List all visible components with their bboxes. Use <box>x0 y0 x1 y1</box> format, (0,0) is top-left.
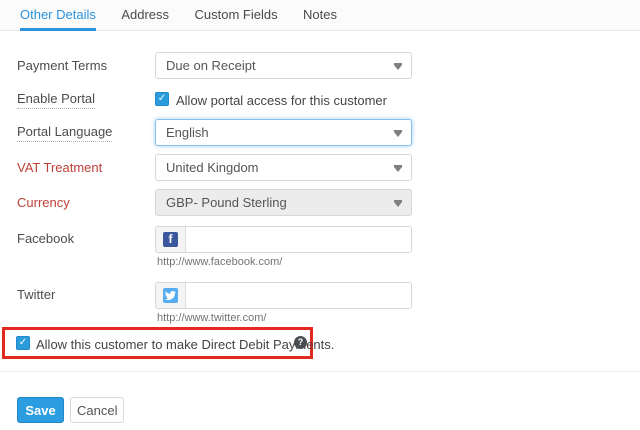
direct-debit-checkbox[interactable]: ✓ <box>16 336 30 350</box>
facebook-input-group: f <box>155 226 412 253</box>
twitter-input-group <box>155 282 412 309</box>
facebook-hint: http://www.facebook.com/ <box>157 256 283 268</box>
portal-language-label: Portal Language <box>17 124 113 142</box>
footer-divider <box>0 371 640 372</box>
tab-address[interactable]: Address <box>121 0 169 31</box>
twitter-hint: http://www.twitter.com/ <box>157 312 267 324</box>
currency-label: Currency <box>17 195 70 210</box>
direct-debit-option-label: Allow this customer to make Direct Debit… <box>36 337 335 352</box>
currency-value: GBP- Pound Sterling <box>166 195 287 210</box>
twitter-label: Twitter <box>17 287 56 302</box>
tab-notes[interactable]: Notes <box>303 0 337 31</box>
help-icon[interactable]: ? <box>294 336 307 349</box>
checkmark-icon: ✓ <box>18 337 28 348</box>
portal-language-select[interactable]: English <box>155 119 412 146</box>
facebook-icon: f <box>163 232 178 247</box>
save-button[interactable]: Save <box>17 397 64 423</box>
vat-treatment-label: VAT Treatment <box>17 160 103 175</box>
facebook-input[interactable] <box>186 227 411 252</box>
twitter-icon-cell <box>156 283 186 308</box>
payment-terms-select[interactable]: Due on Receipt <box>155 52 412 79</box>
enable-portal-option-label: Allow portal access for this customer <box>176 93 387 108</box>
payment-terms-value: Due on Receipt <box>166 58 256 73</box>
facebook-icon-cell: f <box>156 227 186 252</box>
cancel-button[interactable]: Cancel <box>70 397 124 423</box>
portal-language-value: English <box>166 125 209 140</box>
dropdown-arrow-icon <box>394 130 402 137</box>
customer-details-form: Other Details Address Custom Fields Note… <box>0 0 640 430</box>
payment-terms-label: Payment Terms <box>17 58 108 73</box>
dropdown-arrow-icon <box>394 165 402 172</box>
enable-portal-checkbox[interactable]: ✓ <box>155 92 169 106</box>
tab-other-details[interactable]: Other Details <box>20 0 96 31</box>
twitter-input[interactable] <box>186 283 411 308</box>
vat-treatment-value: United Kingdom <box>166 160 259 175</box>
dropdown-arrow-icon <box>394 200 402 207</box>
checkmark-icon: ✓ <box>157 93 167 104</box>
tab-custom-fields[interactable]: Custom Fields <box>194 0 277 31</box>
tab-bar: Other Details Address Custom Fields Note… <box>0 0 640 31</box>
facebook-label: Facebook <box>17 231 75 246</box>
twitter-icon <box>163 288 178 303</box>
currency-select[interactable]: GBP- Pound Sterling <box>155 189 412 216</box>
vat-treatment-select[interactable]: United Kingdom <box>155 154 412 181</box>
enable-portal-label: Enable Portal <box>17 91 96 109</box>
dropdown-arrow-icon <box>394 63 402 70</box>
